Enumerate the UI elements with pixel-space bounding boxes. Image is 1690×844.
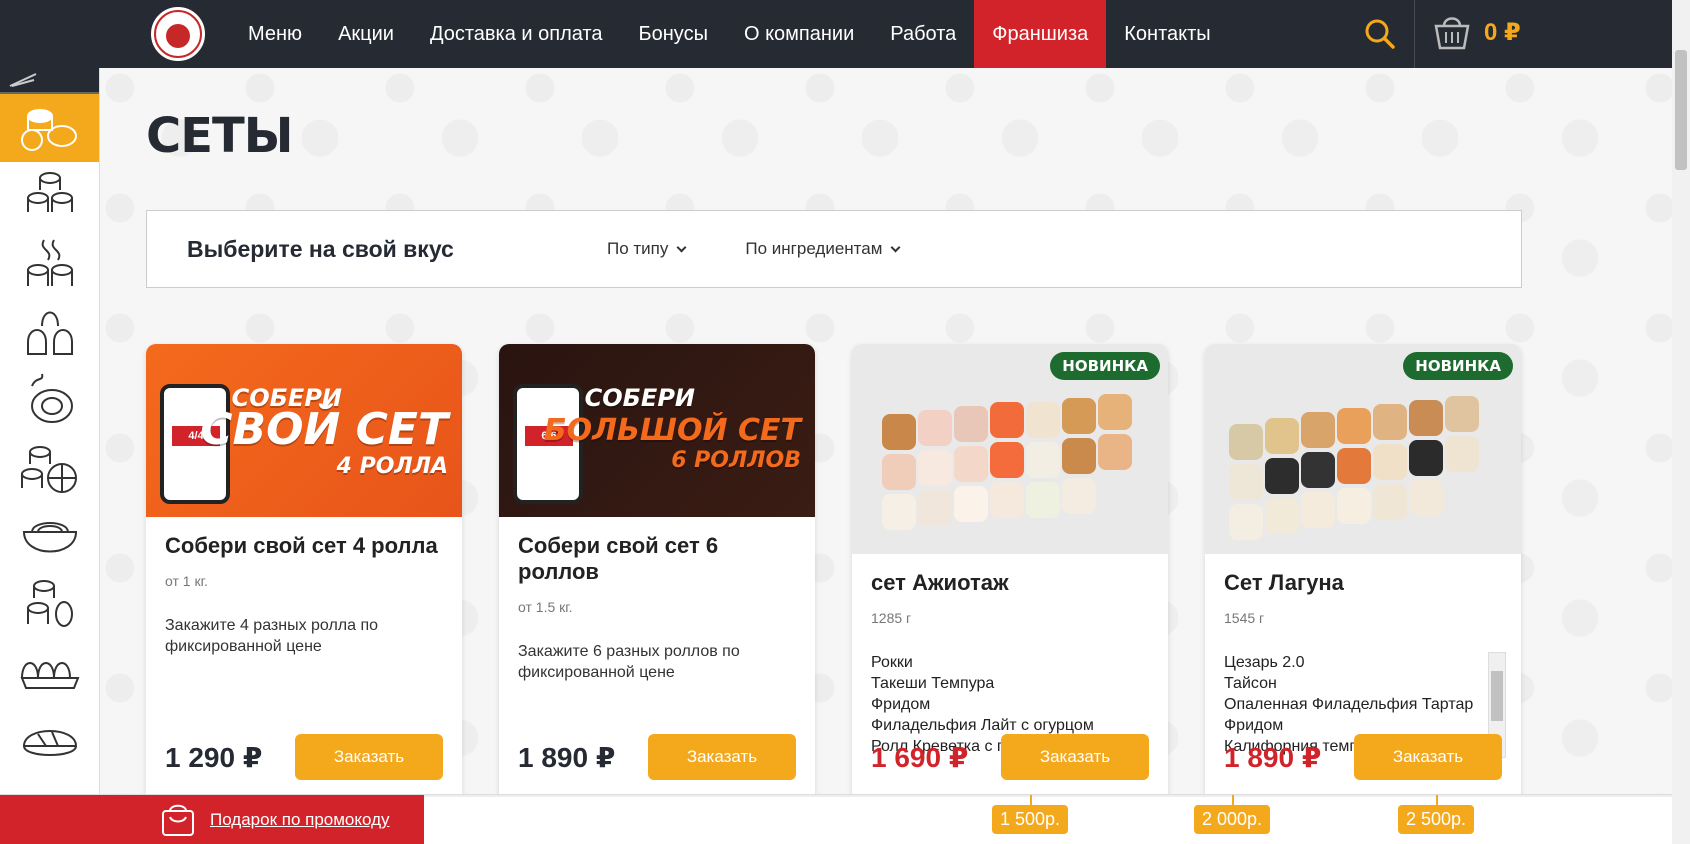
nav-item-promotions[interactable]: Акции [320,0,412,68]
product-title[interactable]: Собери свой сет 6 роллов [518,533,796,585]
chevron-down-icon [890,242,901,252]
rolls-icon [26,172,73,212]
nav-item-jobs[interactable]: Работа [872,0,974,68]
chevron-down-icon [676,242,687,252]
bottom-bar: Подарок по промокоду 1 500р. 2 000р. 2 5… [0,794,1690,844]
tempura-icon [30,373,73,423]
product-card[interactable]: 6/6 СОБЕРИ БОЛЬШОЙ СЕТ 6 РОЛЛОВ Собери с… [499,344,815,814]
filter-by-ingredients-dropdown[interactable]: По ингредиентам [745,239,901,259]
product-weight: от 1 кг. [165,573,208,589]
filter-by-type-label: По типу [607,239,669,258]
ingredient-item: Опаленная Филадельфия Тартар [1224,696,1474,713]
noodles-icon [22,522,77,553]
sidebar-item-mini[interactable] [0,434,99,502]
product-title[interactable]: сет Ажиотаж [871,570,1149,596]
promo-line-3: 6 РОЛЛОВ [671,448,801,473]
filter-by-type-dropdown[interactable]: По типу [607,239,687,259]
chopsticks-icon [9,73,37,87]
main-nav: Меню Акции Доставка и оплата Бонусы О ко… [230,0,1229,68]
nav-item-menu[interactable]: Меню [230,0,320,68]
new-badge: НОВИНКА [1403,352,1513,380]
product-price: 1 290 ₽ [165,742,263,773]
sidebar-item-gunkan[interactable] [0,298,99,366]
product-grid: 4/4 СОБЕРИ СВОЙ СЕТ 4 РОЛЛА Собери свой … [146,344,1521,814]
filter-bar: Выберите на свой вкус По типу По ингреди… [146,210,1522,288]
baked-rolls-icon [26,239,73,286]
combo-rolls-icon [26,580,73,627]
ingredient-item: Такеши Темпура [871,675,995,692]
sidebar-item-big[interactable] [0,638,99,706]
filter-title: Выберите на свой вкус [187,235,454,262]
milestone-badge: 2 500р. [1398,795,1475,834]
product-image[interactable]: 6/6 СОБЕРИ БОЛЬШОЙ СЕТ 6 РОЛЛОВ [499,344,815,517]
cart-icon[interactable] [1432,12,1472,52]
sidebar-scroll-up[interactable] [0,68,99,94]
nav-item-contacts[interactable]: Контакты [1106,0,1228,68]
product-price: 1 690 ₽ [871,742,969,773]
sidebar-item-combo[interactable] [0,570,99,638]
promo-code-link[interactable]: Подарок по промокоду [210,810,390,830]
filter-by-ingredients-label: По ингредиентам [745,239,883,258]
promo-line-2: СВОЙ СЕТ [200,404,448,455]
gunkan-icon [26,311,73,355]
sidebar-item-tempura[interactable] [0,366,99,434]
sets-icon [20,109,77,151]
order-button[interactable]: Заказать [1001,734,1149,780]
product-weight: от 1.5 кг. [518,599,573,615]
milestone-badge: 2 000р. [1194,795,1271,834]
product-description: Закажите 4 разных ролла по фиксированной… [165,617,379,655]
page-title: Сеты [146,108,293,164]
product-weight: 1285 г [871,610,912,626]
product-card[interactable]: НОВИНКА сет Ажиотаж 1285 г Рокки Такеши … [852,344,1168,814]
product-title[interactable]: Собери свой сет 4 ролла [165,533,443,559]
product-price: 1 890 ₽ [518,742,616,773]
nav-item-about[interactable]: О компании [726,0,872,68]
sidebar-item-noodles[interactable] [0,502,99,570]
ingredient-item: Тайсон [1224,675,1277,692]
product-description: Закажите 6 разных роллов по фиксированно… [518,643,740,681]
ingredient-item: Цезарь 2.0 [1224,654,1305,671]
sidebar-item-sets[interactable] [0,94,99,162]
logo[interactable] [148,4,208,64]
product-image[interactable]: НОВИНКА [852,344,1168,554]
product-image[interactable]: 4/4 СОБЕРИ СВОЙ СЕТ 4 РОЛЛА [146,344,462,517]
header: Меню Акции Доставка и оплата Бонусы О ко… [0,0,1690,68]
promo-code-block: Подарок по промокоду [0,795,424,844]
nav-item-delivery[interactable]: Доставка и оплата [412,0,621,68]
header-divider [1414,0,1415,68]
order-button[interactable]: Заказать [648,734,796,780]
search-icon[interactable] [1364,18,1396,50]
promo-line-3: 4 РОЛЛА [336,454,448,479]
nav-item-franchise[interactable]: Франшиза [974,0,1107,68]
mini-rolls-icon [20,446,77,493]
big-rolls-icon [20,662,79,689]
cart-total[interactable]: 0 ₽ [1484,18,1521,47]
sidebar-item-baked[interactable] [0,230,99,298]
order-button[interactable]: Заказать [1354,734,1502,780]
sushi-icon [22,730,77,756]
ingredient-item: Филадельфия Лайт с огурцом [871,717,1094,734]
promo-line-2: БОЛЬШОЙ СЕТ [543,413,801,448]
sidebar-item-rolls[interactable] [0,162,99,230]
scrollbar-thumb[interactable] [1675,50,1687,170]
product-weight: 1545 г [1224,610,1265,626]
promo-line-1: СОБЕРИ [584,384,695,412]
milestone-badge: 1 500р. [992,795,1069,834]
new-badge: НОВИНКА [1050,352,1160,380]
ingredient-item: Рокки [871,654,913,671]
page-scrollbar[interactable] [1672,0,1690,844]
sidebar-item-sushi[interactable] [0,706,99,774]
product-title[interactable]: Сет Лагуна [1224,570,1502,596]
nav-item-bonuses[interactable]: Бонусы [621,0,726,68]
order-button[interactable]: Заказать [295,734,443,780]
ingredient-item: Фридом [871,696,931,713]
product-price: 1 890 ₽ [1224,742,1322,773]
product-card[interactable]: НОВИНКА Сет Лагуна 1545 г Цезарь 2.0 Тай… [1205,344,1521,814]
product-card[interactable]: 4/4 СОБЕРИ СВОЙ СЕТ 4 РОЛЛА Собери свой … [146,344,462,814]
ingredient-item: Фридом [1224,717,1284,734]
gift-progress-track [424,795,1674,797]
category-sidebar [0,68,100,796]
gift-bag-icon [162,804,194,836]
product-image[interactable]: НОВИНКА [1205,344,1521,554]
